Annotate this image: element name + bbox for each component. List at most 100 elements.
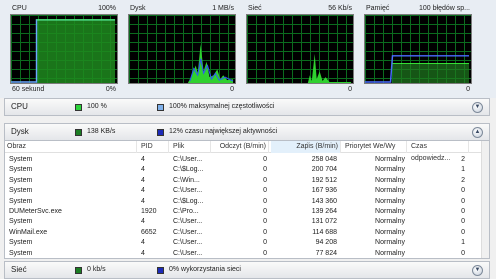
table-row[interactable]: System 4 C:\$Log... 0 200 704 Normalny 1 — [5, 165, 489, 175]
column-header-write[interactable]: ⌃ Zapis (B/min) — [271, 141, 341, 153]
cpu-graph-min: 0% — [105, 86, 116, 93]
expand-chevron-icon[interactable]: ▼ — [472, 102, 483, 113]
table-row[interactable]: System 4 C:\User... 0 131 072 Normalny 0 — [5, 217, 489, 227]
row-read: 0 — [263, 156, 267, 163]
row-io-priority: Normalny — [375, 239, 405, 247]
row-read: 0 — [263, 218, 267, 226]
row-read: 0 — [263, 187, 267, 195]
row-file: C:\$Log... — [173, 166, 204, 174]
row-write: 139 264 — [311, 208, 337, 215]
network-graph-panel: Sieć 56 Kb/s 0 — [246, 4, 354, 94]
section-cpu-header[interactable]: CPU 100 % 100% maksymalnej częstotliwośc… — [4, 98, 490, 116]
row-image: System — [9, 197, 33, 205]
collapse-chevron-icon[interactable]: ▲ — [472, 127, 483, 138]
disk-active-text: 12% czasu największej aktywności — [169, 128, 278, 135]
network-usage-swatch — [157, 267, 164, 274]
row-image: System — [9, 249, 33, 257]
row-write: 114 688 — [312, 228, 337, 236]
row-io-priority: Normalny — [375, 249, 405, 257]
row-io-priority: Normalny — [375, 218, 405, 226]
expand-chevron-icon[interactable]: ▼ — [472, 265, 483, 276]
table-row[interactable]: DUMeterSvc.exe 1920 C:\Pro... 0 139 264 Norma… — [5, 207, 489, 217]
row-file: C:\User... — [173, 239, 203, 247]
table-header: Obraz PID Plik Odczyt (B/min) ⌃ Zapis (B… — [5, 141, 489, 162]
row-file: C:\User... — [173, 228, 203, 236]
column-header-io-priority[interactable]: Priorytet We/Wy — [343, 141, 407, 153]
row-pid: 4 — [141, 166, 145, 174]
network-usage-text: 0% wykorzystania sieci — [169, 266, 241, 273]
column-header-image[interactable]: Obraz — [5, 141, 137, 153]
row-file: C:\User... — [173, 249, 203, 257]
row-pid: 4 — [141, 187, 145, 195]
row-io-priority: Normalny — [375, 197, 405, 205]
disk-graph-panel: Dysk 1 MB/s 0 — [128, 4, 236, 94]
table-scrollbar[interactable] — [481, 141, 489, 258]
disk-io-text: 138 KB/s — [87, 128, 116, 135]
section-disk-header[interactable]: Dysk 138 KB/s 12% czasu największej akty… — [4, 123, 490, 141]
table-row[interactable]: WinMail.exe 6652 C:\User... 0 114 688 Normaln… — [5, 228, 489, 238]
row-read: 0 — [263, 239, 267, 247]
row-response-time: 1 — [461, 166, 465, 174]
table-row[interactable]: System 4 C:\$Log... 0 143 360 Normalny 0 — [5, 197, 489, 207]
graphs-area: CPU 100% 60 sekund 0% Dysk 1 MB/s 0 Sieć 56 … — [0, 0, 496, 98]
cpu-frequency-text: 100% maksymalnej częstotliwości — [169, 103, 275, 110]
row-io-priority: Normalny — [375, 156, 405, 163]
row-write: 143 360 — [311, 197, 337, 205]
column-header-read[interactable]: Odczyt (B/min) — [211, 141, 269, 153]
row-image: System — [9, 156, 33, 163]
cpu-graph-panel: CPU 100% 60 sekund 0% — [10, 4, 118, 94]
row-file: C:\User... — [173, 156, 203, 163]
row-read: 0 — [263, 228, 267, 236]
section-network-title: Sieć — [11, 265, 27, 274]
row-pid: 4 — [141, 249, 145, 257]
network-graph-min: 0 — [348, 86, 352, 93]
disk-io-swatch — [75, 129, 82, 136]
row-response-time: 0 — [461, 249, 465, 257]
disk-active-swatch — [157, 129, 164, 136]
network-traffic-text: 0 kb/s — [87, 266, 106, 273]
row-image: System — [9, 187, 33, 195]
table-row[interactable]: System 4 C:\User... 0 167 936 Normalny 0 — [5, 186, 489, 196]
column-header-pid[interactable]: PID — [139, 141, 169, 153]
row-read: 0 — [263, 176, 267, 184]
section-disk-title: Dysk — [11, 127, 29, 136]
network-graph — [246, 14, 354, 84]
row-pid: 4 — [141, 218, 145, 226]
row-response-time: 0 — [461, 228, 465, 236]
table-row[interactable]: System 4 C:\Win... 0 192 512 Normalny 2 — [5, 176, 489, 186]
row-image: System — [9, 239, 33, 247]
section-network-header[interactable]: Sieć 0 kb/s 0% wykorzystania sieci ▼ — [4, 261, 490, 279]
table-row[interactable]: System 4 C:\User... 0 94 208 Normalny 1 — [5, 238, 489, 248]
row-file: C:\Win... — [173, 176, 200, 184]
row-read: 0 — [263, 197, 267, 205]
section-cpu-title: CPU — [11, 102, 28, 111]
row-write: 94 208 — [315, 239, 337, 247]
table-row[interactable]: System 4 C:\User... 0 77 824 Normalny 0 — [5, 249, 489, 258]
disk-graph — [128, 14, 236, 84]
disk-graph-min: 0 — [230, 86, 234, 93]
row-write: 131 072 — [311, 218, 337, 226]
memory-graph — [364, 14, 472, 84]
row-response-time: 0 — [461, 187, 465, 195]
column-header-response-time[interactable]: Czas odpowiedz... — [409, 141, 469, 162]
row-image: System — [9, 218, 33, 226]
row-image: System — [9, 166, 33, 174]
row-write: 192 512 — [311, 176, 337, 184]
row-io-priority: Normalny — [375, 166, 405, 174]
row-pid: 4 — [141, 239, 145, 247]
row-read: 0 — [263, 166, 267, 174]
row-pid: 6652 — [141, 228, 157, 236]
row-read: 0 — [263, 208, 267, 215]
row-response-time: 0 — [461, 208, 465, 215]
row-response-time: 2 — [461, 156, 465, 163]
row-pid: 4 — [141, 176, 145, 184]
cpu-frequency-swatch — [157, 104, 164, 111]
row-response-time: 0 — [461, 218, 465, 226]
table-row[interactable]: System 4 C:\User... 0 258 048 Normalny 2 — [5, 155, 489, 165]
row-file: C:\User... — [173, 187, 203, 195]
cpu-graph — [10, 14, 118, 84]
disk-graph-max: 1 MB/s — [212, 5, 234, 12]
cpu-graph-max: 100% — [98, 5, 116, 12]
column-header-file[interactable]: Plik — [171, 141, 211, 153]
cpu-usage-text: 100 % — [87, 103, 107, 110]
